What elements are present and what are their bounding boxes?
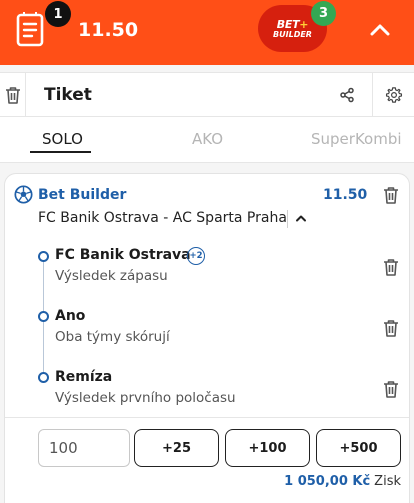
ticket-count-badge: 1 (45, 1, 71, 27)
betslip-header: Tiket (0, 72, 414, 117)
selection-market: Oba týmy skórují (55, 329, 170, 345)
remove-selection-button[interactable] (380, 317, 402, 339)
gear-icon (385, 86, 402, 103)
bet-builder-logo-line1: BET (276, 17, 300, 31)
remove-selection-button[interactable] (380, 378, 402, 400)
trash-icon (384, 259, 398, 276)
selection-dot (38, 372, 49, 383)
quick-stake-button[interactable]: +500 (316, 429, 401, 467)
tab-solo[interactable]: SOLO (42, 130, 83, 148)
quick-stake-button[interactable]: +100 (225, 429, 310, 467)
selection-dot (38, 311, 49, 322)
selection-market: Výsledek prvního poločasu (55, 390, 236, 406)
trash-icon (384, 381, 398, 398)
active-tab-indicator (30, 151, 91, 153)
selection-dot (38, 251, 49, 262)
divider (5, 417, 409, 418)
betslip-topbar[interactable]: 1 11.50 BET+ BUILDER 3 (0, 0, 414, 65)
selection-name: Remíza (55, 369, 113, 385)
share-icon (340, 87, 354, 103)
more-selections-badge[interactable]: +2 (187, 247, 205, 265)
tab-ako[interactable]: AKO (192, 130, 223, 148)
bet-builder-logo-line2: BUILDER (273, 29, 312, 39)
share-button[interactable] (334, 82, 360, 108)
tab-superkombi[interactable]: SuperKombi (311, 130, 402, 148)
total-odds: 11.50 (78, 19, 139, 41)
selection-item: Remíza Výsledek prvního poločasu (5, 174, 409, 406)
settings-button[interactable] (372, 73, 414, 116)
bet-builder-count-badge: 3 (311, 1, 336, 26)
bet-type-tabs: SOLO AKO SuperKombi (0, 117, 414, 163)
trash-icon (384, 320, 398, 337)
trash-icon (5, 86, 20, 104)
clear-betslip-button[interactable] (0, 73, 26, 116)
stake-input[interactable] (38, 429, 130, 467)
selection-name: FC Banik Ostrava (55, 247, 191, 263)
bet-builder-logo-plus: + (299, 17, 309, 31)
selection-market: Výsledek zápasu (55, 268, 168, 284)
chevron-up-icon[interactable] (366, 19, 394, 41)
potential-win-label: Zisk (374, 474, 401, 489)
remove-selection-button[interactable] (380, 256, 402, 278)
potential-win: 1 050,00 Kč Zisk (284, 474, 401, 489)
selection-name: Ano (55, 308, 86, 324)
bet-builder-card: Bet Builder 11.50 FC Banik Ostrava - AC … (4, 173, 410, 503)
potential-win-amount: 1 050,00 Kč (284, 474, 371, 489)
quick-stake-button[interactable]: +25 (134, 429, 219, 467)
page-title: Tiket (44, 85, 92, 105)
